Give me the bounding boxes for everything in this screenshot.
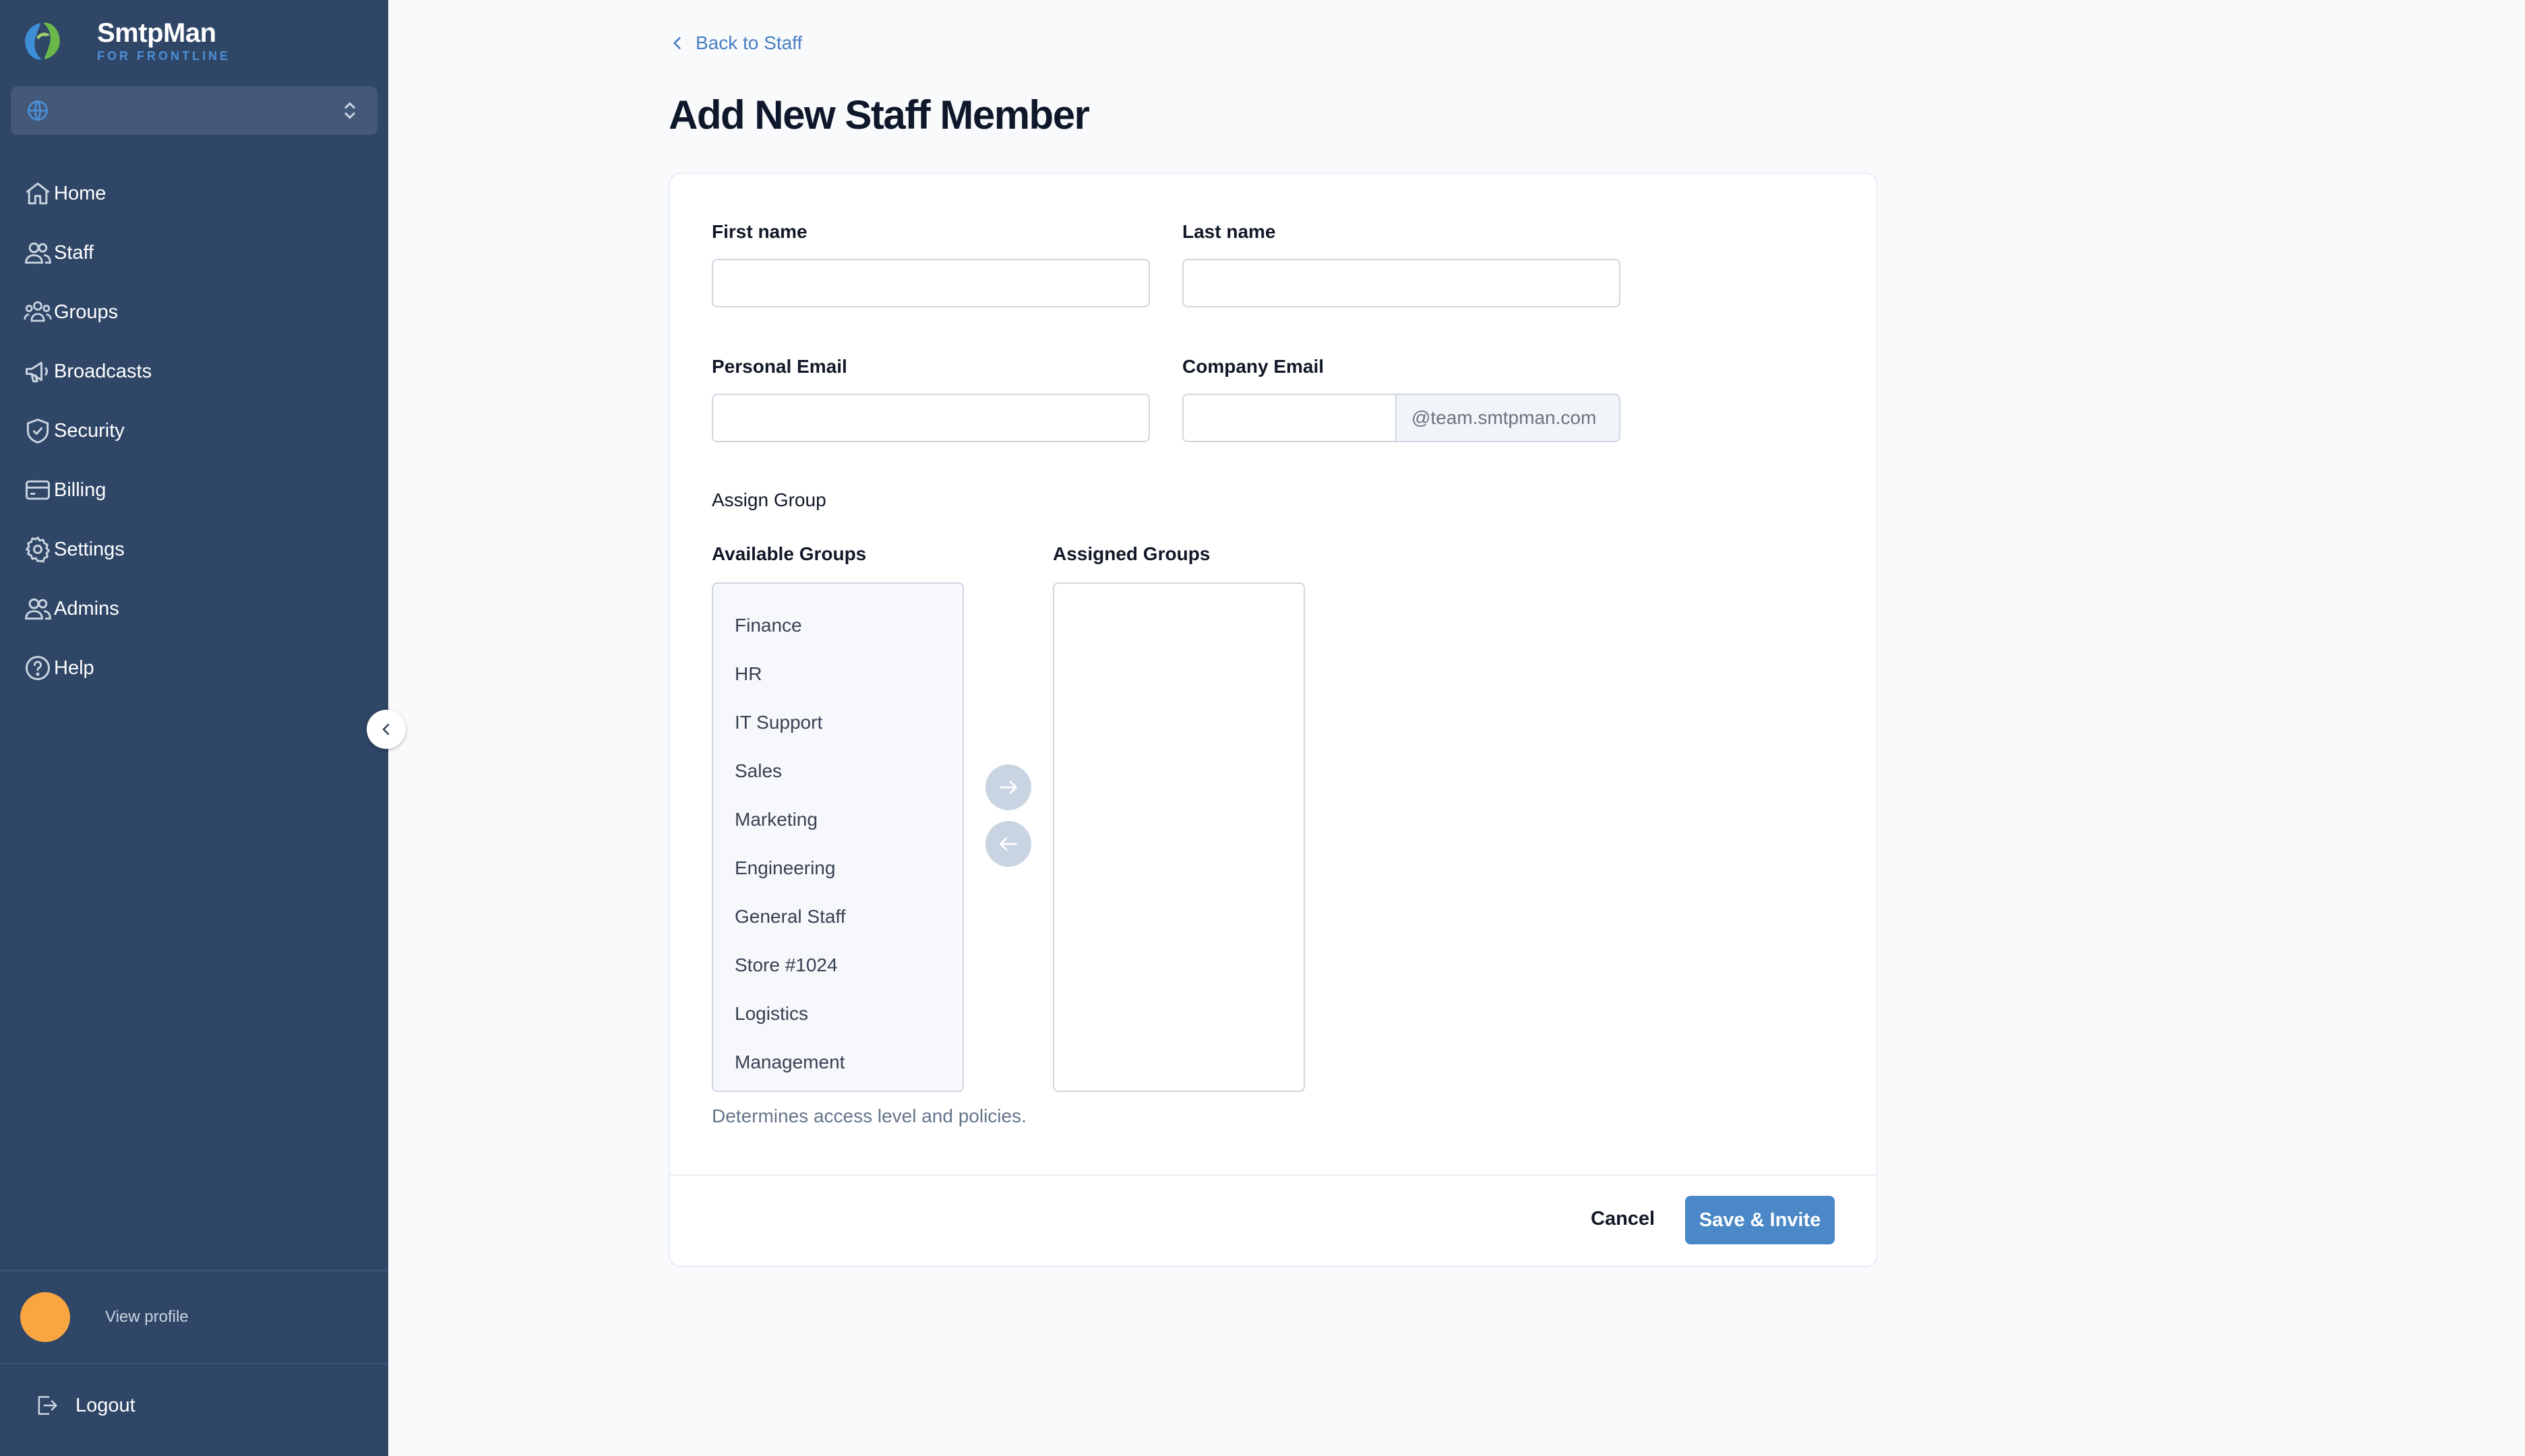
assign-group-label: Assign Group (712, 489, 826, 510)
back-link-label: Back to Staff (696, 32, 803, 53)
company-email-label: Company Email (1182, 356, 1325, 377)
chevron-up-down-icon (344, 102, 355, 119)
last-name-label: Last name (1182, 221, 1276, 242)
sidebar-item-label: Home (54, 182, 107, 204)
sidebar-item-label: Broadcasts (54, 360, 152, 382)
sidebar-item-settings[interactable]: Settings (0, 520, 388, 579)
unassign-group-button[interactable] (985, 821, 1031, 867)
sidebar-item-billing[interactable]: Billing (0, 460, 388, 520)
sidebar-item-security[interactable]: Security (0, 401, 388, 460)
avatar (20, 1292, 70, 1342)
logout-icon (38, 1396, 57, 1415)
back-to-staff-link[interactable]: Back to Staff (669, 32, 802, 54)
globe-icon (28, 100, 48, 121)
sidebar-item-label: Settings (54, 538, 125, 560)
list-item[interactable]: HR (713, 650, 963, 698)
brand-tagline: FOR FRONTLINE (97, 49, 231, 63)
list-item[interactable]: Store #1024 (713, 941, 963, 990)
list-item[interactable]: Logistics (713, 990, 963, 1038)
logout-button[interactable]: Logout (34, 1393, 135, 1418)
card-footer-divider (670, 1174, 1877, 1176)
company-email-field: @team.smtpman.com (1182, 394, 1620, 442)
list-item[interactable]: Engineering (713, 844, 963, 892)
sidebar-item-label: Admins (54, 597, 119, 619)
sidebar-divider (0, 1363, 388, 1364)
company-email-input[interactable] (1184, 395, 1397, 441)
sidebar-item-staff[interactable]: Staff (0, 223, 388, 282)
first-name-label: First name (712, 221, 808, 242)
home-icon (26, 182, 50, 205)
groups-icon (24, 301, 52, 322)
save-and-invite-button[interactable]: Save & Invite (1685, 1196, 1835, 1244)
sidebar-item-admins[interactable]: Admins (0, 579, 388, 638)
add-staff-form-card: First name Last name Personal Email Comp… (669, 173, 1878, 1267)
smtpman-logo-icon (25, 22, 60, 60)
arrow-left-icon (1000, 837, 1017, 851)
brand[interactable]: SmtpMan FOR FRONTLINE (19, 18, 231, 65)
credit-card-icon (26, 480, 50, 500)
list-item[interactable]: IT Support (713, 698, 963, 747)
assign-group-button[interactable] (985, 764, 1031, 810)
view-profile-label: View profile (105, 1308, 189, 1326)
list-item[interactable]: Marketing (713, 795, 963, 844)
list-item[interactable]: Finance (713, 601, 963, 650)
cancel-button[interactable]: Cancel (1591, 1208, 1655, 1230)
sidebar-item-groups[interactable]: Groups (0, 282, 388, 342)
workspace-selector[interactable] (11, 86, 377, 135)
collapse-sidebar-button[interactable] (367, 710, 406, 749)
sidebar-item-label: Help (54, 657, 94, 679)
sidebar-item-help[interactable]: Help (0, 638, 388, 698)
sidebar-item-label: Billing (54, 479, 107, 501)
available-groups-list[interactable]: Finance HR IT Support Sales Marketing En… (712, 582, 964, 1092)
sidebar-item-broadcasts[interactable]: Broadcasts (0, 342, 388, 401)
page-title: Add New Staff Member (669, 92, 1090, 138)
sidebar-item-label: Security (54, 419, 125, 442)
personal-email-input[interactable] (712, 394, 1150, 442)
available-groups-label: Available Groups (712, 543, 867, 564)
help-circle-icon (26, 656, 50, 680)
assign-group-help-text: Determines access level and policies. (712, 1105, 1027, 1126)
list-item[interactable]: General Staff (713, 892, 963, 941)
company-email-domain-suffix: @team.smtpman.com (1397, 395, 1619, 441)
users-icon (25, 242, 51, 264)
last-name-input[interactable] (1182, 259, 1620, 307)
assigned-groups-label: Assigned Groups (1053, 543, 1211, 564)
sidebar-item-home[interactable]: Home (0, 164, 388, 223)
sidebar-item-label: Groups (54, 301, 119, 323)
view-profile-link[interactable]: View profile (20, 1292, 189, 1342)
chevron-left-icon (382, 723, 390, 735)
megaphone-icon (26, 361, 48, 383)
shield-check-icon (26, 419, 49, 444)
arrow-right-icon (1000, 781, 1017, 794)
sidebar: SmtpMan FOR FRONTLINE Home Staff Groups … (0, 0, 388, 1456)
list-item[interactable]: Sales (713, 747, 963, 795)
sidebar-item-label: Staff (54, 241, 94, 264)
sidebar-nav: Home Staff Groups Broadcasts Security Bi… (0, 164, 388, 698)
brand-name: SmtpMan (97, 18, 216, 48)
first-name-input[interactable] (712, 259, 1150, 307)
list-item[interactable]: Management (713, 1038, 963, 1087)
assigned-groups-list[interactable] (1053, 582, 1305, 1092)
logout-label: Logout (75, 1394, 135, 1416)
users-icon (25, 598, 51, 620)
gear-icon (26, 537, 50, 563)
chevron-left-icon (673, 37, 681, 49)
personal-email-label: Personal Email (712, 356, 847, 377)
sidebar-divider (0, 1270, 388, 1271)
